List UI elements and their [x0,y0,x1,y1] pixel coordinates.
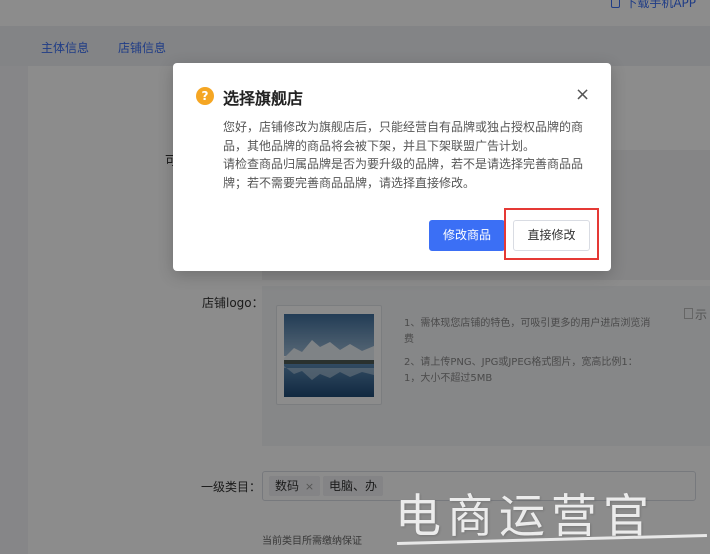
dialog-paragraph: 请检查商品归属品牌是否为要升级的品牌，若不是请选择完善商品品牌；若不需要完善商品… [223,157,584,190]
dialog-title: 选择旗舰店 [223,89,304,108]
dialog-paragraph: 您好，店铺修改为旗舰店后，只能经营自有品牌或独占授权品牌的商品，其他品牌的商品将… [223,120,584,153]
watermark: 电商运营官 [395,480,710,554]
close-icon[interactable]: × [575,85,590,105]
dialog-body: 您好，店铺修改为旗舰店后，只能经营自有品牌或独占授权品牌的商品，其他品牌的商品将… [223,118,595,192]
select-flagship-dialog: ? 选择旗舰店 × 您好，店铺修改为旗舰店后，只能经营自有品牌或独占授权品牌的商… [173,63,611,271]
edit-products-button[interactable]: 修改商品 [429,220,505,251]
annotation-highlight-box [504,208,599,260]
warning-icon: ? [196,87,214,105]
